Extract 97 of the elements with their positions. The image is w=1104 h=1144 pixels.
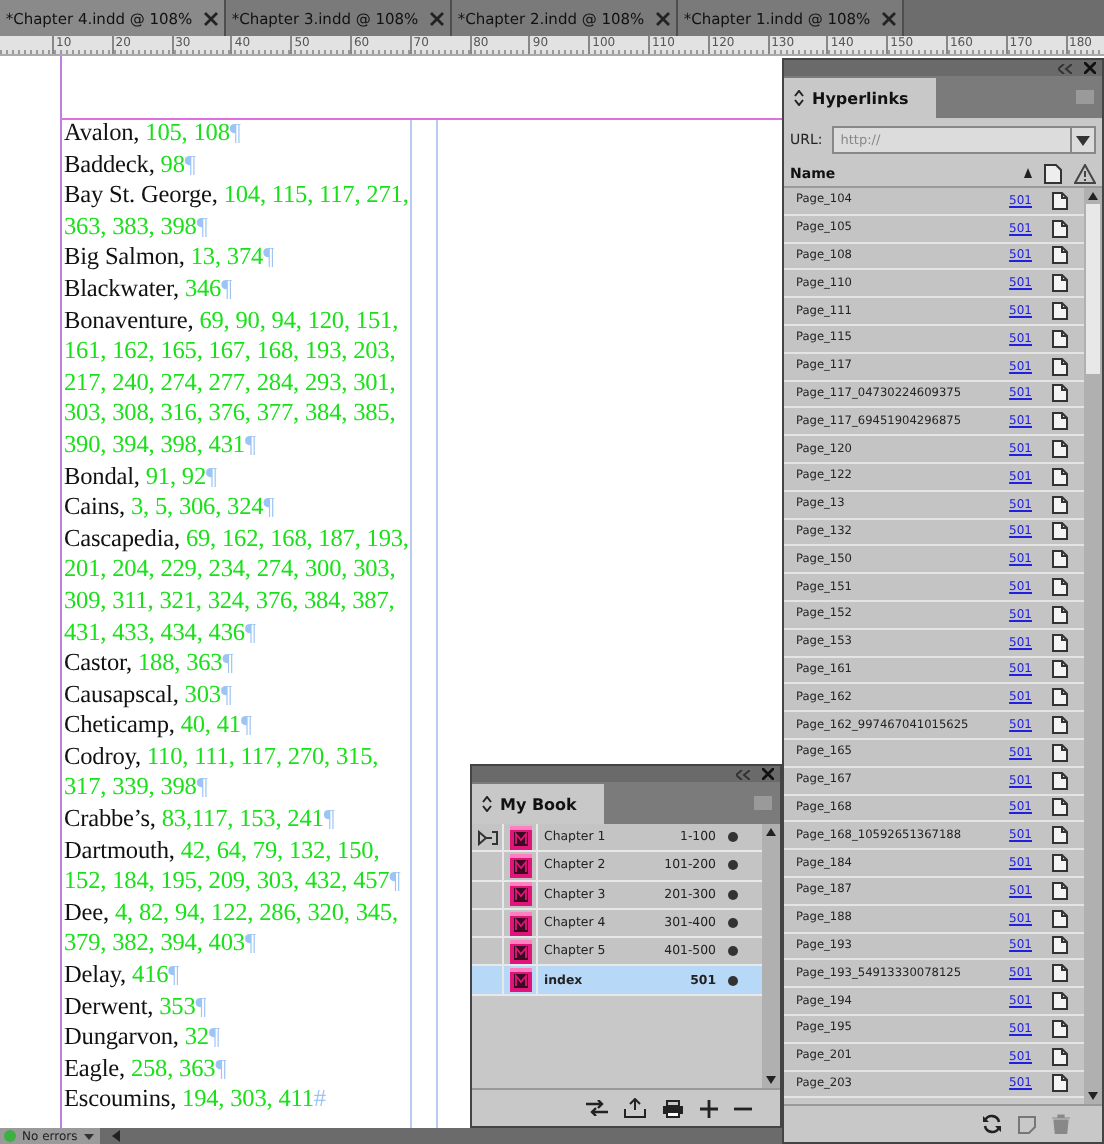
- index-entry: Delay, 416¶: [64, 960, 182, 992]
- close-icon[interactable]: [204, 11, 219, 25]
- panel-tab[interactable]: Hyperlinks: [784, 78, 937, 118]
- style-source-icon[interactable]: [477, 829, 497, 846]
- page-icon: [1052, 274, 1068, 293]
- close-icon[interactable]: [882, 11, 897, 25]
- page-icon: [1052, 357, 1068, 376]
- status-dot-icon: [728, 889, 738, 900]
- page-icon: [1052, 1047, 1068, 1066]
- document-icon: [509, 968, 531, 993]
- page-icon: [1052, 660, 1068, 679]
- index-entry: Baddeck, 98¶: [64, 149, 198, 181]
- page-icon: [1052, 605, 1068, 624]
- index-entry: Cascapedia, 69, 162, 168, 187, 193, 201, 204, 229, 234, 274, 300, 303, 309, 311, 321, 324, 376, 384, 387, 431, 433, 434, 436¶: [64, 523, 411, 649]
- index-entry: Derwent, 353¶: [64, 991, 209, 1023]
- index-entry: Bondal, 91, 92¶: [64, 461, 220, 493]
- page-icon: [1052, 302, 1068, 321]
- index-entry: Crabbe’s, 83,117, 153, 241¶: [64, 804, 337, 836]
- scrollbar[interactable]: [1084, 188, 1102, 1104]
- page-icon: [1052, 467, 1068, 486]
- dropdown-icon[interactable]: [83, 1133, 94, 1139]
- page-icon: [1052, 881, 1068, 900]
- add-icon[interactable]: [700, 1099, 718, 1117]
- index-entry: Codroy, 110, 111, 117, 270, 315, 317, 339, 398¶: [64, 741, 381, 805]
- index-entry: Dungarvon, 32¶: [64, 1022, 222, 1054]
- status-dot-icon: [728, 832, 738, 843]
- index-entry: Castor, 188, 363¶: [64, 648, 236, 680]
- page-icon: [1052, 550, 1068, 569]
- page-icon: [1052, 798, 1068, 817]
- scroll-left-icon[interactable]: [112, 1130, 120, 1142]
- index-entry: Bonaventure, 69, 90, 94, 120, 151, 161, 162, 165, 167, 168, 193, 203, 217, 240, 274, 277, 284, 293, 301, 303, 308, 316, 376, 377, 384, 385, 390, 394, 398, 431¶: [64, 305, 401, 462]
- document-icon: [509, 939, 531, 964]
- scroll-up-icon[interactable]: [766, 828, 776, 836]
- status-dot-icon: [728, 918, 738, 929]
- page-icon: [1052, 633, 1068, 652]
- page-icon: [1052, 246, 1068, 265]
- new-page-icon[interactable]: [1018, 1115, 1036, 1133]
- page-icon: [1052, 716, 1068, 735]
- refresh-icon[interactable]: [982, 1114, 1002, 1134]
- status-dot-icon: [728, 975, 738, 986]
- page-icon: [1052, 412, 1068, 431]
- page-icon: [1052, 909, 1068, 928]
- sort-icon[interactable]: [1024, 168, 1032, 178]
- page-icon: [1052, 936, 1068, 955]
- scrollbar[interactable]: [762, 824, 780, 1088]
- index-entry: Avalon, 105, 108¶: [64, 118, 243, 150]
- index-entry: Dee, 4, 82, 94, 122, 286, 320, 345, 379, 382, 394, 403¶: [64, 897, 400, 961]
- page-icon: [1052, 826, 1068, 845]
- page-icon: [1052, 191, 1068, 210]
- page-icon: [1052, 384, 1068, 403]
- index-entry: Bay St. George, 104, 115, 117, 271, 363, 383, 398¶: [64, 180, 411, 243]
- close-icon[interactable]: [1084, 62, 1096, 74]
- panel-tab[interactable]: My Book: [472, 784, 605, 824]
- page-icon: [1052, 964, 1068, 983]
- scroll-up-icon[interactable]: [1088, 192, 1098, 200]
- page-icon: [1052, 992, 1068, 1010]
- index-entry: Blackwater, 346¶: [64, 273, 235, 306]
- page-icon: [1052, 688, 1068, 707]
- index-entry: Dartmouth, 42, 64, 79, 132, 150, 152, 184, 195, 209, 303, 432, 457¶: [64, 835, 403, 898]
- index-entry: Eagle, 258, 363¶: [64, 1053, 229, 1085]
- page-icon: [1052, 1074, 1068, 1093]
- up-down-icon: [794, 90, 804, 106]
- index-entry: Big Salmon, 13, 374¶: [64, 242, 277, 274]
- close-icon[interactable]: [430, 11, 445, 25]
- close-icon[interactable]: [656, 11, 671, 25]
- up-down-icon: [482, 796, 492, 812]
- print-icon[interactable]: [662, 1099, 684, 1117]
- page-icon: [1052, 1019, 1068, 1038]
- index-entry: Cheticamp, 40, 41¶: [64, 710, 254, 742]
- scroll-down-icon[interactable]: [766, 1076, 776, 1084]
- dropdown-icon[interactable]: [1076, 135, 1090, 145]
- document-icon: [509, 853, 531, 878]
- index-entry: Causapscal, 303¶: [64, 679, 234, 711]
- document-icon: [509, 882, 531, 907]
- document-icon: [509, 911, 531, 936]
- page-icon: [1052, 522, 1068, 541]
- status-dot-icon: [4, 1130, 16, 1142]
- document-icon: [509, 825, 531, 850]
- scroll-down-icon[interactable]: [1088, 1092, 1098, 1100]
- page-icon: [1052, 219, 1068, 238]
- page-icon: [1052, 495, 1068, 514]
- page-icon: [1052, 771, 1068, 790]
- page-icon: [1052, 440, 1068, 459]
- page-icon: [1052, 743, 1068, 762]
- page-icon: [1052, 578, 1068, 597]
- page-icon: [1052, 854, 1068, 873]
- save-icon[interactable]: [624, 1098, 646, 1118]
- page-icon[interactable]: [1044, 163, 1062, 183]
- index-entry: Escoumins, 194, 303, 411#: [64, 1084, 328, 1116]
- scrollbar-thumb[interactable]: [1086, 204, 1100, 374]
- close-icon[interactable]: [762, 768, 774, 780]
- sync-icon[interactable]: [586, 1100, 608, 1116]
- page-icon: [1052, 329, 1068, 348]
- status-dot-icon: [728, 946, 738, 957]
- status-dot-icon: [728, 860, 738, 871]
- index-entry: Cains, 3, 5, 306, 324¶: [64, 492, 277, 524]
- warning-icon[interactable]: [1074, 163, 1096, 183]
